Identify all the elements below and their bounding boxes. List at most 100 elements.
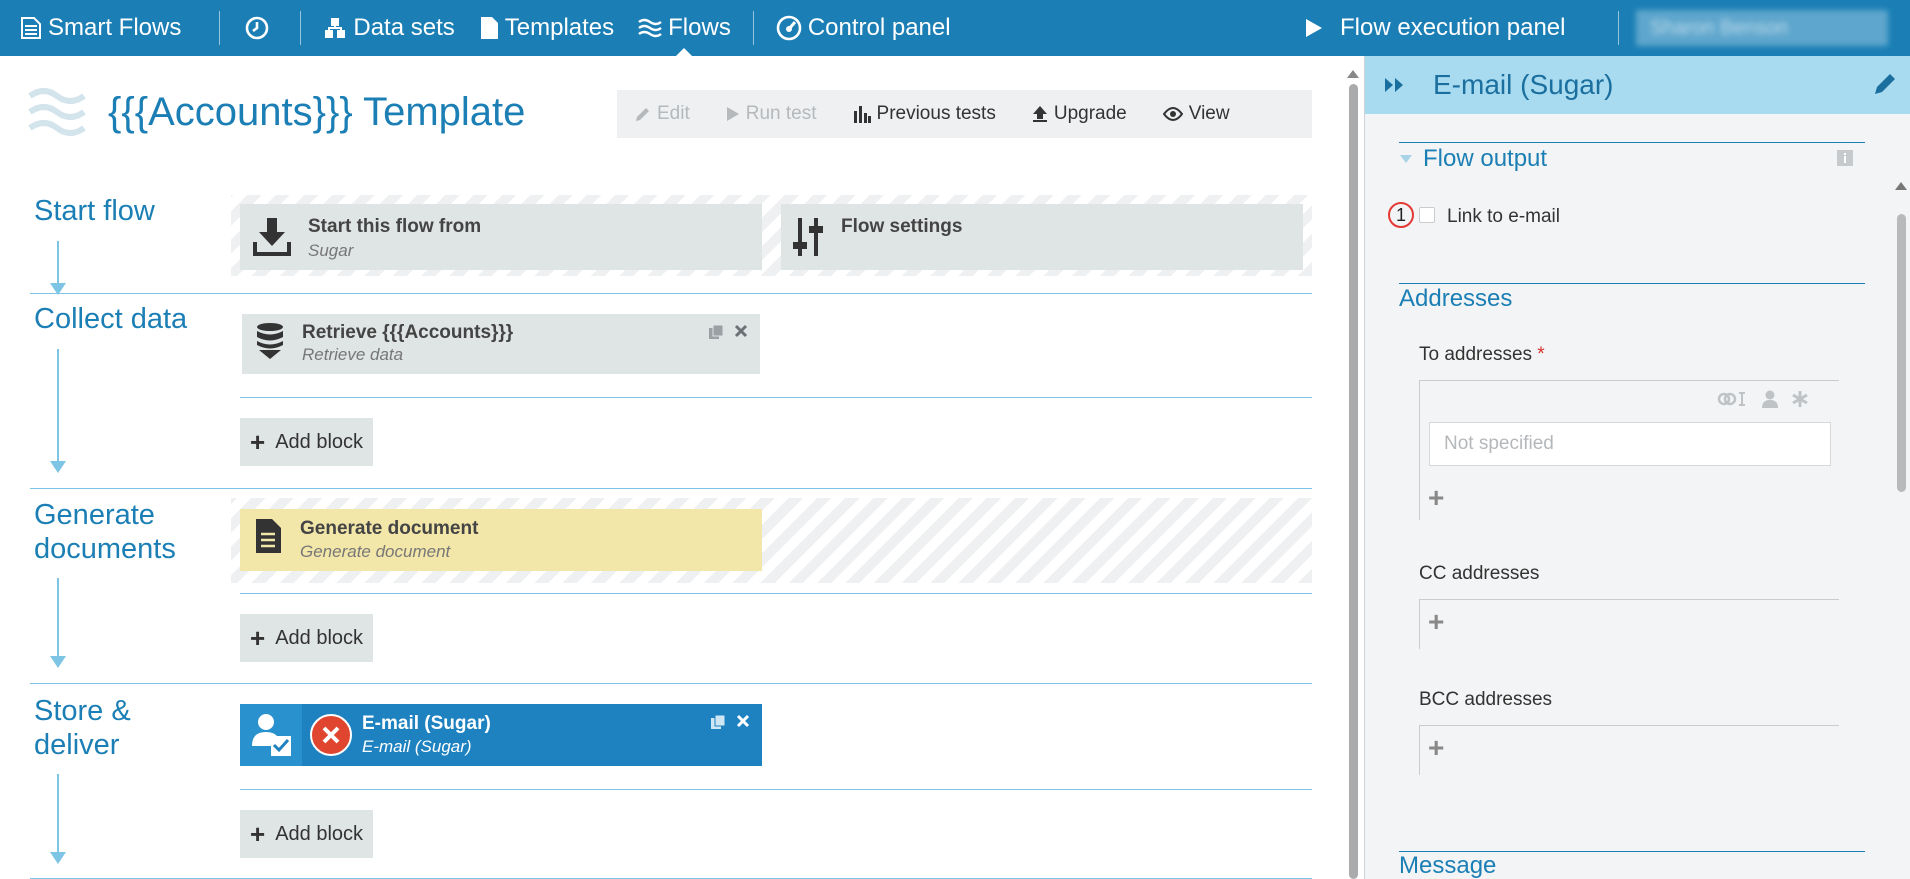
add-block-button[interactable]: + Add block — [240, 418, 374, 466]
scrollbar-thumb[interactable] — [1897, 214, 1906, 492]
add-block-label: Add block — [275, 430, 364, 453]
flow-output-toggle[interactable]: Flow output — [1399, 145, 1547, 173]
stage-label-line: Store & — [34, 695, 131, 727]
to-addresses-input[interactable]: Not specified — [1429, 422, 1831, 466]
previous-tests-label: Previous tests — [876, 103, 996, 124]
view-label: View — [1188, 103, 1230, 124]
user-menu[interactable]: Sharon Benson — [1636, 10, 1888, 46]
view-button[interactable]: View — [1145, 90, 1248, 138]
user-check-icon — [240, 704, 302, 766]
plus-icon: + — [250, 819, 266, 849]
to-addresses-label: To addresses * — [1419, 344, 1545, 366]
block-subtitle: Generate document — [300, 542, 451, 561]
edit-label: Edit — [657, 103, 690, 124]
nav-separator — [752, 11, 754, 45]
error-icon — [310, 714, 352, 756]
nav-separator — [300, 11, 302, 45]
link-to-email-label: Link to e-mail — [1447, 206, 1560, 227]
nav-control-panel[interactable]: Control panel — [764, 0, 963, 56]
panel-title: E-mail (Sugar) — [1433, 69, 1614, 100]
nav-flows[interactable]: Flows — [626, 0, 743, 56]
link-to-email-checkbox[interactable] — [1419, 207, 1435, 223]
copy-icon[interactable] — [708, 324, 724, 340]
step-marker: 1 — [1388, 202, 1414, 228]
close-icon[interactable] — [734, 324, 748, 338]
nav-data-sets[interactable]: Data sets — [311, 0, 466, 56]
required-indicator: * — [1537, 344, 1545, 365]
add-block-label: Add block — [275, 822, 364, 845]
scroll-up-arrow-icon[interactable] — [1895, 182, 1907, 190]
block-divider — [240, 397, 1312, 398]
edit-button[interactable]: Edit — [617, 90, 708, 138]
block-title: Flow settings — [841, 216, 963, 237]
upgrade-label: Upgrade — [1053, 103, 1127, 124]
cc-addresses-label: CC addresses — [1419, 563, 1540, 584]
block-subtitle: E-mail (Sugar) — [362, 737, 472, 756]
copy-icon[interactable] — [710, 714, 726, 730]
main-scrollbar[interactable] — [1346, 56, 1360, 879]
download-icon — [250, 216, 294, 256]
retrieve-accounts-block[interactable]: Retrieve {{{Accounts}}} Retrieve data — [242, 314, 760, 374]
cc-addresses-box — [1419, 599, 1839, 649]
add-to-address-button[interactable]: + — [1428, 482, 1444, 514]
caret-down-icon — [1400, 155, 1412, 163]
gauge-icon — [776, 15, 802, 41]
page-title: {{{Accounts}}} Template — [108, 89, 526, 134]
collapse-panel-icon[interactable] — [1383, 76, 1407, 94]
panel-header: E-mail (Sugar) — [1365, 56, 1910, 114]
stage-divider — [30, 683, 1312, 684]
scrollbar-thumb[interactable] — [1349, 84, 1358, 879]
stage-arrow — [50, 578, 66, 668]
nav-flow-execution-panel[interactable]: Flow execution panel — [1290, 0, 1577, 56]
start-this-flow-from-block[interactable]: Start this flow from Sugar — [240, 204, 762, 270]
asterisk-icon[interactable] — [1791, 390, 1809, 408]
nav-separator — [219, 11, 221, 45]
history-button[interactable] — [230, 0, 290, 56]
previous-tests-button[interactable]: Previous tests — [835, 90, 1014, 138]
stage-label-line: deliver — [34, 729, 120, 761]
brand-label: Smart Flows — [48, 14, 182, 41]
plus-icon: + — [250, 623, 266, 653]
nav-templates[interactable]: Templates — [467, 0, 626, 56]
email-sugar-block[interactable]: E-mail (Sugar) E-mail (Sugar) — [240, 704, 762, 766]
nav-label: Flow execution panel — [1340, 14, 1566, 41]
section-divider — [1399, 142, 1865, 143]
close-icon[interactable] — [736, 714, 750, 728]
brand-smart-flows[interactable]: Smart Flows — [0, 0, 193, 56]
stage-generate-documents: Generate documents — [34, 498, 176, 566]
page-header: {{{Accounts}}} Template — [28, 86, 525, 138]
stage-store-deliver: Store & deliver — [34, 694, 131, 762]
play-icon — [1306, 19, 1322, 37]
block-subtitle: Sugar — [308, 241, 354, 260]
pencil-icon[interactable] — [1873, 72, 1897, 96]
stage-arrow — [50, 241, 66, 295]
link-text-icon[interactable] — [1717, 390, 1749, 408]
document-icon — [480, 17, 498, 39]
generate-document-block[interactable]: Generate document Generate document — [240, 509, 762, 571]
info-icon[interactable] — [1837, 150, 1853, 166]
scroll-up-arrow-icon[interactable] — [1347, 70, 1359, 78]
block-actions — [710, 714, 750, 730]
flows-icon — [638, 18, 662, 38]
flow-settings-block[interactable]: Flow settings — [781, 204, 1303, 270]
add-block-button[interactable]: + Add block — [240, 810, 374, 858]
flow-output-title: Flow output — [1423, 145, 1548, 172]
stage-arrow — [50, 349, 66, 473]
add-block-button[interactable]: + Add block — [240, 614, 374, 662]
bcc-addresses-label: BCC addresses — [1419, 689, 1553, 710]
user-icon[interactable] — [1761, 390, 1779, 408]
add-cc-address-button[interactable]: + — [1428, 606, 1444, 638]
block-title: E-mail (Sugar) — [362, 713, 491, 734]
eye-icon — [1162, 107, 1183, 121]
nav-label: Templates — [504, 14, 615, 41]
stage-arrow — [50, 774, 66, 864]
block-actions — [708, 324, 748, 340]
stage-divider — [30, 488, 1312, 489]
upgrade-button[interactable]: Upgrade — [1014, 90, 1145, 138]
pencil-icon — [636, 108, 649, 121]
run-test-button[interactable]: Run test — [708, 90, 835, 138]
to-addresses-text: To addresses — [1419, 344, 1533, 365]
panel-scrollbar[interactable] — [1894, 122, 1908, 879]
add-bcc-address-button[interactable]: + — [1428, 732, 1444, 764]
smart-flows-logo-icon — [21, 17, 41, 39]
